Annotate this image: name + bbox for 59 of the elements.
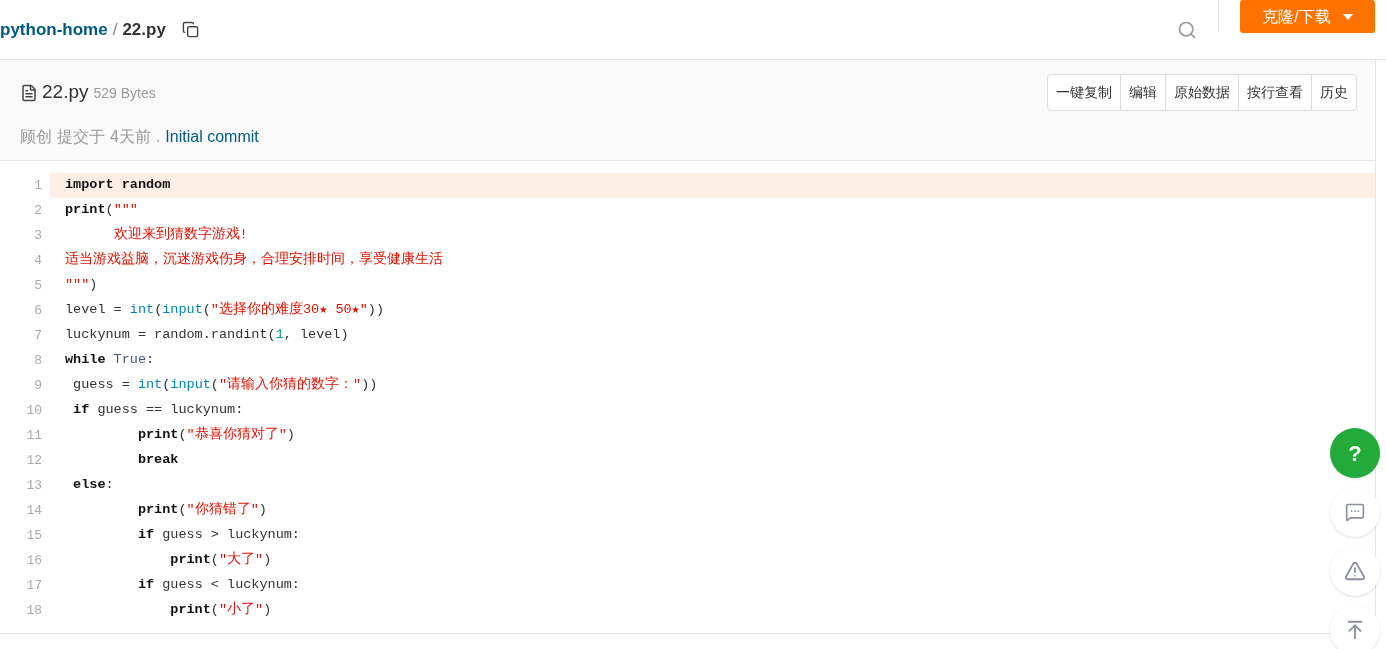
- code-line: guess = int(input("请输入你猜的数字：")): [72, 375, 378, 395]
- code-line: break: [136, 451, 179, 470]
- line-number: 8: [33, 351, 43, 370]
- file-icon: [20, 83, 38, 102]
- separator: .: [155, 127, 161, 147]
- warning-icon: [1344, 560, 1366, 582]
- repo-link[interactable]: python-home: [0, 16, 108, 43]
- code-line: level = int(input("选择你的难度30★ 50★")): [65, 300, 385, 320]
- caret-icon: [1342, 13, 1353, 20]
- line-number: 6: [33, 301, 43, 320]
- line-number: 15: [25, 526, 43, 545]
- search-icon[interactable]: [1177, 19, 1197, 40]
- file-action-button[interactable]: 原始数据: [1165, 75, 1238, 110]
- file-action-button[interactable]: 编辑: [1120, 75, 1165, 110]
- code-line: print("小了"): [169, 600, 272, 620]
- line-number: 14: [25, 501, 43, 520]
- line-number: 10: [25, 401, 43, 420]
- code-line: if guess < luckynum:: [136, 576, 300, 595]
- line-number: 3: [33, 226, 43, 245]
- feedback-button[interactable]: [1330, 487, 1380, 537]
- line-number: 7: [33, 326, 43, 345]
- line-number: 16: [25, 551, 43, 570]
- code-line: 欢迎来到猜数字游戏!: [112, 225, 248, 245]
- commit-action: 提交于: [57, 127, 105, 147]
- line-number: 11: [25, 426, 43, 445]
- file-name: 22.py: [122, 18, 166, 41]
- file-title: 22.py: [42, 80, 89, 105]
- file-size: 529 Bytes: [93, 84, 156, 104]
- code-line: 适当游戏益脑，沉迷游戏伤身，合理安排时间，享受健康生活: [65, 250, 443, 270]
- code-line: print("大了"): [169, 550, 272, 570]
- commit-message[interactable]: Initial commit: [165, 125, 259, 149]
- file-action-button[interactable]: 历史: [1311, 75, 1356, 110]
- line-number: 2: [33, 201, 43, 220]
- copy-icon[interactable]: [181, 21, 199, 38]
- report-button[interactable]: [1330, 546, 1380, 596]
- file-action-button[interactable]: 按行查看: [1238, 75, 1311, 110]
- code-line: luckynum = random.randint(1, level): [65, 326, 349, 345]
- code-line: while True:: [65, 351, 155, 370]
- line-number: 12: [25, 451, 43, 470]
- commit-time: 4天前: [110, 127, 151, 147]
- code-line: print(""": [65, 201, 138, 220]
- line-number: 18: [25, 601, 43, 620]
- line-number: 13: [25, 476, 43, 495]
- message-icon: [1345, 502, 1365, 522]
- code-line: else:: [72, 476, 114, 495]
- breadcrumb-separator: /: [112, 18, 118, 41]
- back-to-top-button[interactable]: [1330, 605, 1380, 649]
- code-line: print("恭喜你猜对了"): [136, 425, 295, 445]
- line-number: 1: [33, 176, 43, 195]
- line-number: 17: [25, 576, 43, 595]
- code-line: print("你猜错了"): [136, 501, 267, 520]
- code-line: """): [65, 276, 98, 295]
- line-number: 5: [33, 276, 43, 295]
- line-number: 9: [33, 376, 43, 395]
- line-number: 4: [33, 251, 43, 270]
- author-name: 顾创: [20, 127, 52, 147]
- file-action-button[interactable]: 一键复制: [1048, 75, 1120, 110]
- code-line: if guess == luckynum:: [72, 401, 244, 420]
- code-line: if guess > luckynum:: [136, 526, 300, 545]
